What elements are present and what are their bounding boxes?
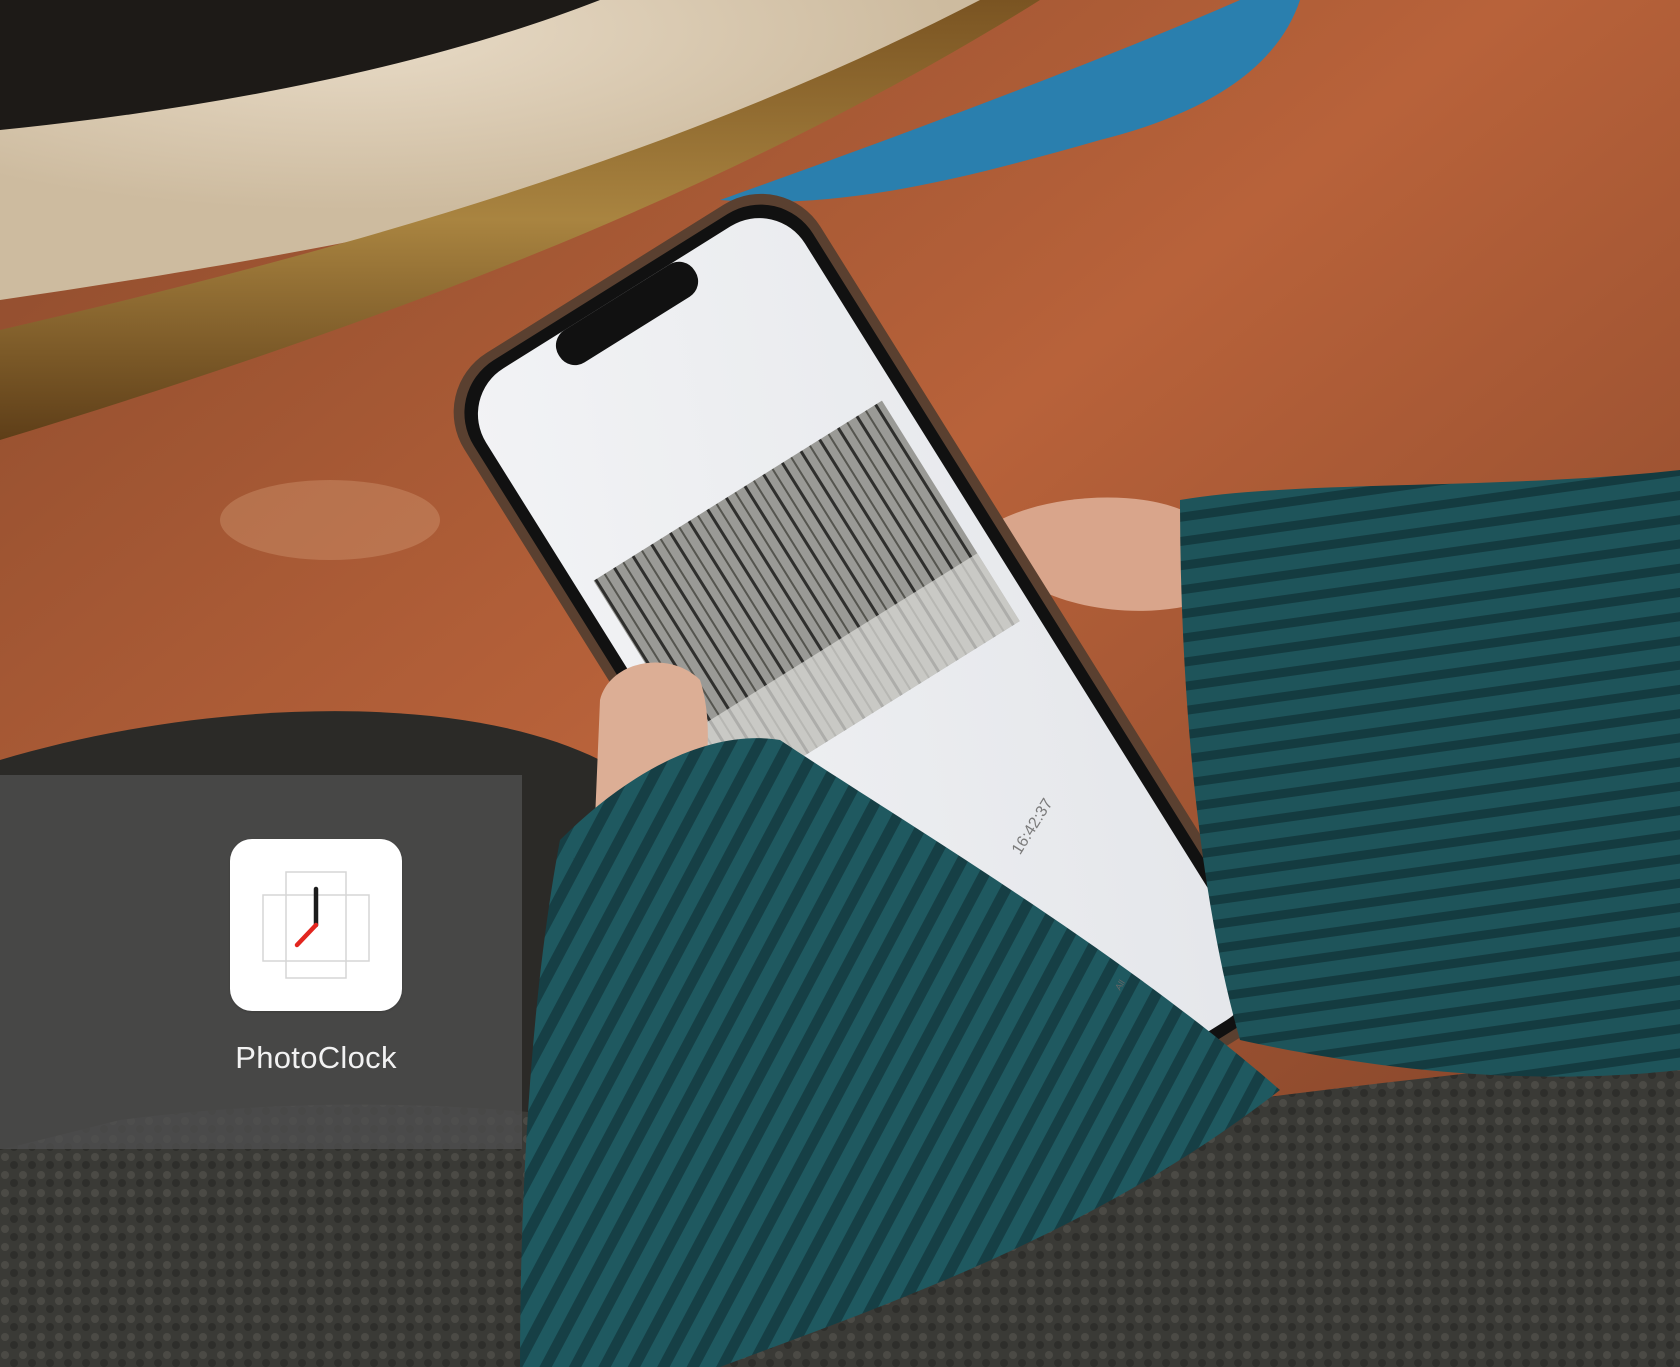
- app-name-label: PhotoClock: [235, 1040, 397, 1075]
- photo-scene: 16:42:37 All PhotoClock: [0, 0, 1680, 1367]
- background-photo: [0, 0, 1680, 1367]
- clock-icon: [262, 871, 370, 979]
- app-icon[interactable]: [230, 839, 402, 1011]
